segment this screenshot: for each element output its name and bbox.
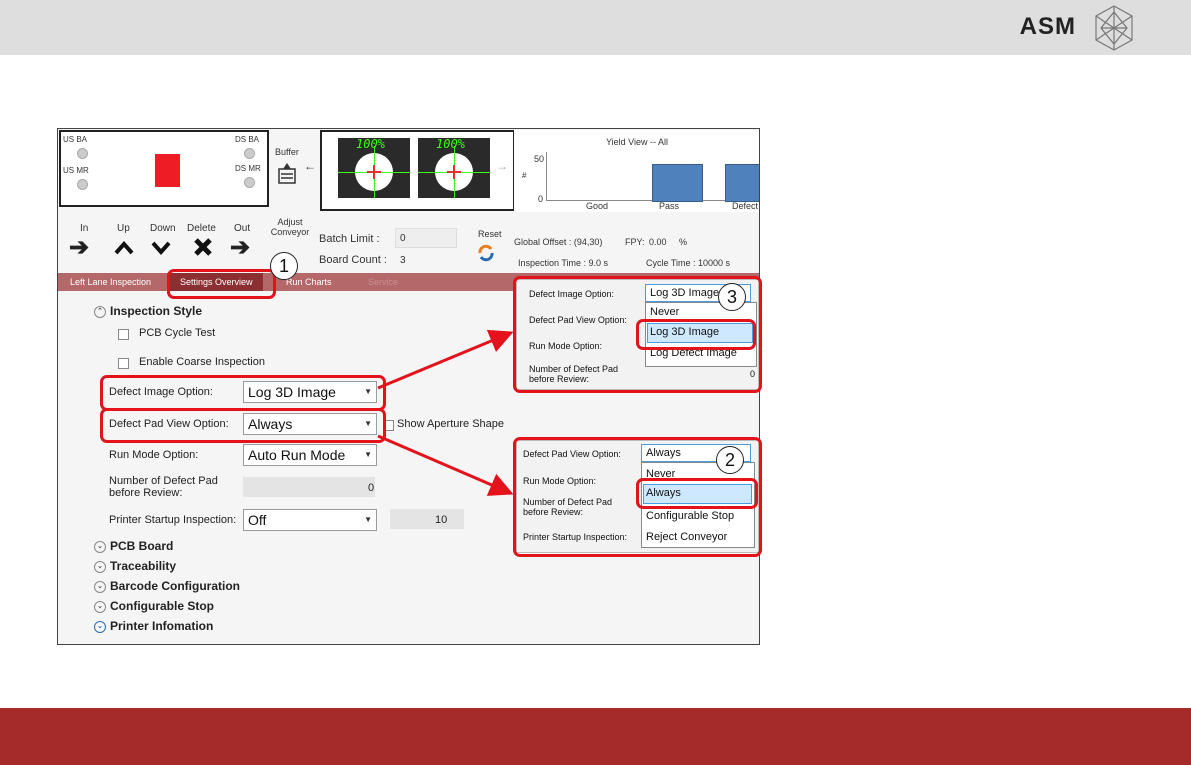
footer-bar [0,708,1191,765]
callout-arrows [377,329,514,496]
callout-number-1: 1 [270,252,298,280]
callout-number-2: 2 [716,446,744,474]
callout-number-3: 3 [718,283,746,311]
